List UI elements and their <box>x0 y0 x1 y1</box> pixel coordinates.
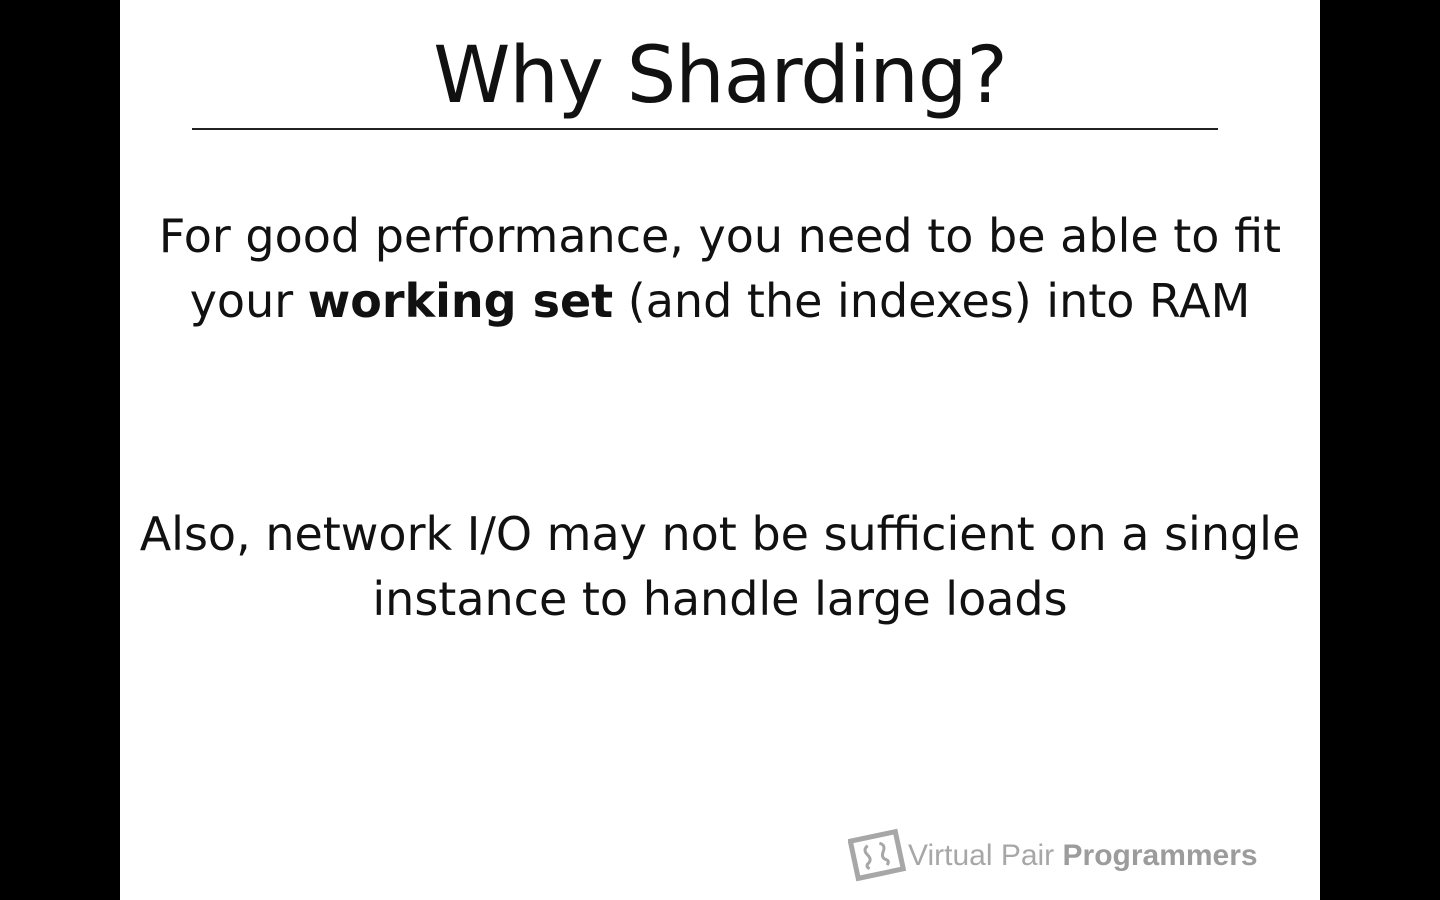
vpp-logo-icon <box>847 828 907 884</box>
slide-paragraph-1: For good performance, you need to be abl… <box>120 204 1320 334</box>
paragraph-1-text-end: (and the indexes) into RAM <box>613 274 1251 328</box>
slide: Why Sharding? For good performance, you … <box>120 0 1320 900</box>
brand-logo: Virtual Pair Programmers <box>847 826 1258 886</box>
brand-name-light: Virtual Pair <box>908 839 1063 872</box>
slide-title: Why Sharding? <box>433 31 1008 121</box>
brand-name-bold: Programmers <box>1062 839 1258 872</box>
paragraph-1-bold-text: working set <box>307 274 614 328</box>
presentation-stage: Why Sharding? For good performance, you … <box>0 0 1440 900</box>
slide-paragraph-2: Also, network I/O may not be sufficient … <box>139 507 1301 626</box>
brand-name: Virtual Pair Programmers <box>908 839 1258 873</box>
title-divider <box>192 128 1218 130</box>
